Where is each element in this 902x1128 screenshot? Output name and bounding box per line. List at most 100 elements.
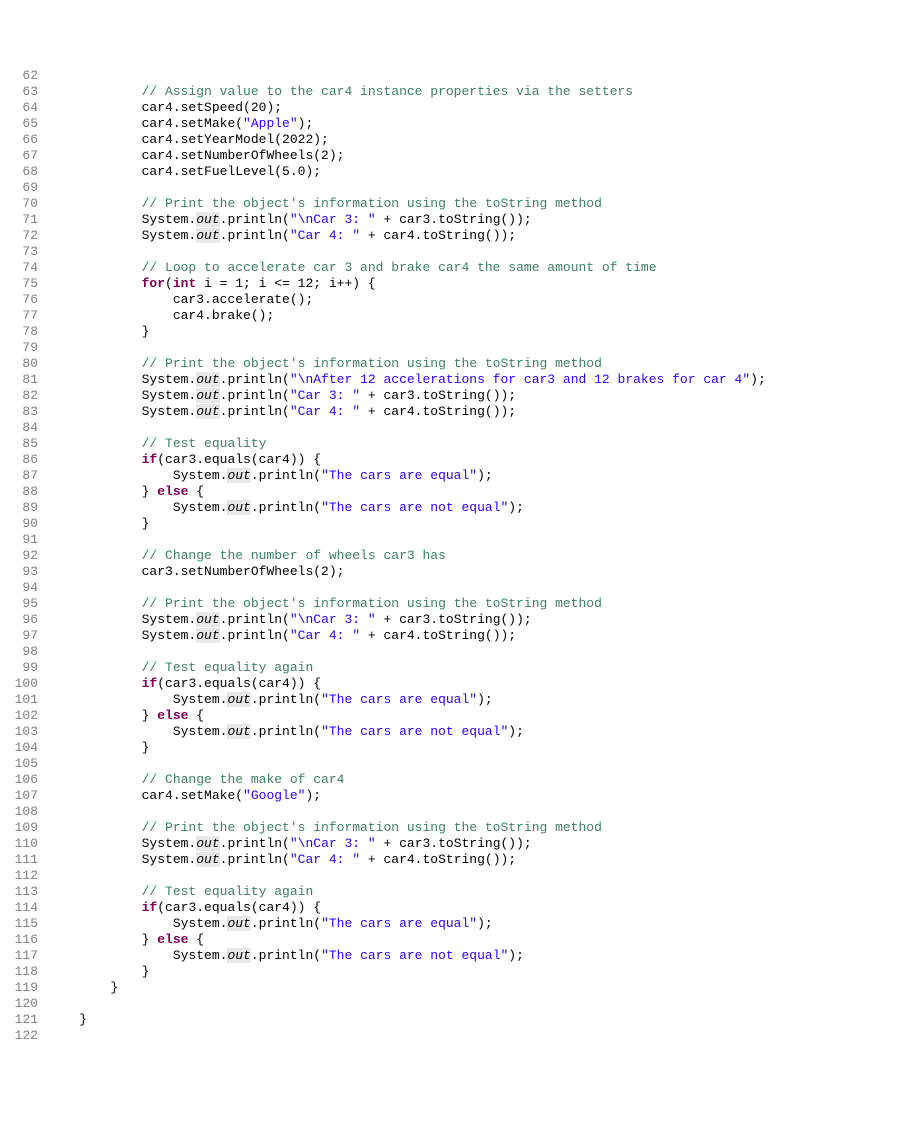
code-content[interactable]: } else { <box>48 708 902 724</box>
code-line[interactable]: 107 car4.setMake("Google"); <box>0 788 902 804</box>
code-content[interactable]: // Test equality <box>48 436 902 452</box>
code-content[interactable] <box>48 244 902 260</box>
code-content[interactable] <box>48 420 902 436</box>
code-line[interactable]: 82 System.out.println("Car 3: " + car3.t… <box>0 388 902 404</box>
code-line[interactable]: 116 } else { <box>0 932 902 948</box>
code-line[interactable]: 81 System.out.println("\nAfter 12 accele… <box>0 372 902 388</box>
code-content[interactable]: // Print the object's information using … <box>48 196 902 212</box>
code-content[interactable]: } else { <box>48 932 902 948</box>
code-line[interactable]: 72 System.out.println("Car 4: " + car4.t… <box>0 228 902 244</box>
code-line[interactable]: 69 <box>0 180 902 196</box>
code-line[interactable]: 84 <box>0 420 902 436</box>
code-content[interactable]: System.out.println("\nCar 3: " + car3.to… <box>48 212 902 228</box>
code-content[interactable]: // Test equality again <box>48 884 902 900</box>
code-content[interactable]: // Change the number of wheels car3 has <box>48 548 902 564</box>
code-line[interactable]: 103 System.out.println("The cars are not… <box>0 724 902 740</box>
code-line[interactable]: 106 // Change the make of car4 <box>0 772 902 788</box>
code-content[interactable]: System.out.println("Car 4: " + car4.toSt… <box>48 628 902 644</box>
code-line[interactable]: 122 <box>0 1028 902 1044</box>
code-content[interactable] <box>48 868 902 884</box>
code-line[interactable]: 75 for(int i = 1; i <= 12; i++) { <box>0 276 902 292</box>
code-content[interactable]: System.out.println("The cars are not equ… <box>48 500 902 516</box>
code-content[interactable]: car4.setSpeed(20); <box>48 100 902 116</box>
code-line[interactable]: 85 // Test equality <box>0 436 902 452</box>
code-line[interactable]: 73 <box>0 244 902 260</box>
code-content[interactable]: System.out.println("Car 4: " + car4.toSt… <box>48 852 902 868</box>
code-line[interactable]: 67 car4.setNumberOfWheels(2); <box>0 148 902 164</box>
code-content[interactable] <box>48 580 902 596</box>
code-line[interactable]: 113 // Test equality again <box>0 884 902 900</box>
code-line[interactable]: 63 // Assign value to the car4 instance … <box>0 84 902 100</box>
code-line[interactable]: 114 if(car3.equals(car4)) { <box>0 900 902 916</box>
code-content[interactable]: car4.setFuelLevel(5.0); <box>48 164 902 180</box>
code-content[interactable]: } <box>48 740 902 756</box>
code-line[interactable]: 94 <box>0 580 902 596</box>
code-content[interactable]: // Assign value to the car4 instance pro… <box>48 84 902 100</box>
code-content[interactable]: } <box>48 324 902 340</box>
code-line[interactable]: 120 <box>0 996 902 1012</box>
code-line[interactable]: 115 System.out.println("The cars are equ… <box>0 916 902 932</box>
code-line[interactable]: 108 <box>0 804 902 820</box>
code-content[interactable]: car4.setMake("Google"); <box>48 788 902 804</box>
code-line[interactable]: 74 // Loop to accelerate car 3 and brake… <box>0 260 902 276</box>
code-line[interactable]: 70 // Print the object's information usi… <box>0 196 902 212</box>
code-content[interactable]: System.out.println("Car 3: " + car3.toSt… <box>48 388 902 404</box>
code-content[interactable]: System.out.println("The cars are equal")… <box>48 692 902 708</box>
code-line[interactable]: 92 // Change the number of wheels car3 h… <box>0 548 902 564</box>
code-line[interactable]: 97 System.out.println("Car 4: " + car4.t… <box>0 628 902 644</box>
code-line[interactable]: 101 System.out.println("The cars are equ… <box>0 692 902 708</box>
code-line[interactable]: 87 System.out.println("The cars are equa… <box>0 468 902 484</box>
code-line[interactable]: 119 } <box>0 980 902 996</box>
code-content[interactable]: // Test equality again <box>48 660 902 676</box>
code-content[interactable]: car4.setYearModel(2022); <box>48 132 902 148</box>
code-line[interactable]: 99 // Test equality again <box>0 660 902 676</box>
code-content[interactable]: if(car3.equals(car4)) { <box>48 452 902 468</box>
code-line[interactable]: 98 <box>0 644 902 660</box>
code-content[interactable]: } <box>48 516 902 532</box>
code-content[interactable]: if(car3.equals(car4)) { <box>48 900 902 916</box>
code-content[interactable]: } <box>48 1012 902 1028</box>
code-line[interactable]: 79 <box>0 340 902 356</box>
code-line[interactable]: 86 if(car3.equals(car4)) { <box>0 452 902 468</box>
code-line[interactable]: 65 car4.setMake("Apple"); <box>0 116 902 132</box>
code-line[interactable]: 95 // Print the object's information usi… <box>0 596 902 612</box>
code-content[interactable]: if(car3.equals(car4)) { <box>48 676 902 692</box>
code-content[interactable]: // Print the object's information using … <box>48 596 902 612</box>
code-line[interactable]: 91 <box>0 532 902 548</box>
code-content[interactable]: } <box>48 980 902 996</box>
code-content[interactable] <box>48 68 902 84</box>
code-line[interactable]: 121 } <box>0 1012 902 1028</box>
code-line[interactable]: 100 if(car3.equals(car4)) { <box>0 676 902 692</box>
code-content[interactable]: System.out.println("Car 4: " + car4.toSt… <box>48 404 902 420</box>
code-content[interactable]: for(int i = 1; i <= 12; i++) { <box>48 276 902 292</box>
code-content[interactable]: System.out.println("\nCar 3: " + car3.to… <box>48 836 902 852</box>
code-line[interactable]: 111 System.out.println("Car 4: " + car4.… <box>0 852 902 868</box>
code-line[interactable]: 93 car3.setNumberOfWheels(2); <box>0 564 902 580</box>
code-line[interactable]: 66 car4.setYearModel(2022); <box>0 132 902 148</box>
code-content[interactable] <box>48 996 902 1012</box>
code-line[interactable]: 80 // Print the object's information usi… <box>0 356 902 372</box>
code-line[interactable]: 62 <box>0 68 902 84</box>
code-line[interactable]: 64 car4.setSpeed(20); <box>0 100 902 116</box>
code-content[interactable]: // Change the make of car4 <box>48 772 902 788</box>
code-content[interactable]: System.out.println("\nCar 3: " + car3.to… <box>48 612 902 628</box>
code-content[interactable]: System.out.println("The cars are equal")… <box>48 468 902 484</box>
code-line[interactable]: 112 <box>0 868 902 884</box>
code-content[interactable] <box>48 644 902 660</box>
code-content[interactable]: System.out.println("Car 4: " + car4.toSt… <box>48 228 902 244</box>
code-content[interactable]: System.out.println("\nAfter 12 accelerat… <box>48 372 902 388</box>
code-line[interactable]: 77 car4.brake(); <box>0 308 902 324</box>
code-line[interactable]: 89 System.out.println("The cars are not … <box>0 500 902 516</box>
code-line[interactable]: 76 car3.accelerate(); <box>0 292 902 308</box>
code-line[interactable]: 110 System.out.println("\nCar 3: " + car… <box>0 836 902 852</box>
code-line[interactable]: 71 System.out.println("\nCar 3: " + car3… <box>0 212 902 228</box>
code-content[interactable] <box>48 804 902 820</box>
code-line[interactable]: 88 } else { <box>0 484 902 500</box>
code-content[interactable]: car4.setMake("Apple"); <box>48 116 902 132</box>
code-line[interactable]: 109 // Print the object's information us… <box>0 820 902 836</box>
code-content[interactable]: // Loop to accelerate car 3 and brake ca… <box>48 260 902 276</box>
code-content[interactable]: car3.setNumberOfWheels(2); <box>48 564 902 580</box>
code-line[interactable]: 90 } <box>0 516 902 532</box>
code-line[interactable]: 118 } <box>0 964 902 980</box>
code-line[interactable]: 78 } <box>0 324 902 340</box>
